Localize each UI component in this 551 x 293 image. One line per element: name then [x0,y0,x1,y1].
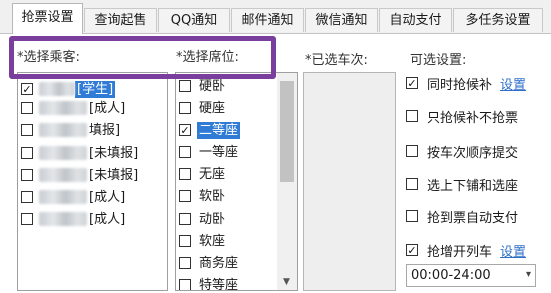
seat-checkbox[interactable] [179,213,191,225]
passenger-item[interactable]: [未填报] [21,144,140,162]
passenger-checkbox[interactable] [21,213,33,225]
tab-grab-settings[interactable]: 抢票设置 [12,3,83,34]
seat-item[interactable]: 特等座 [179,276,240,291]
option-extra-trains[interactable]: ✓ 抢增开列车 设置 [406,240,526,260]
seat-label: 无座 [199,166,226,182]
tab-auto-pay[interactable]: 自动支付 [379,8,452,32]
option-auto-pay-on-success[interactable]: 抢到票自动支付 [406,206,518,226]
seat-checkbox[interactable] [179,168,191,180]
seat-item[interactable]: 软座 [179,232,227,250]
tab-qq-notify[interactable]: QQ通知 [158,8,230,32]
option-label: 抢到票自动支付 [427,210,519,226]
passenger-name-blurred [39,190,87,204]
passenger-name-blurred [39,168,87,182]
selected-trains-list[interactable] [303,72,396,291]
passenger-name-blurred [39,101,87,115]
scroll-thumb[interactable] [280,81,294,182]
seat-label: 动卧 [199,211,226,227]
passenger-checkbox[interactable] [21,124,33,136]
tab-multi-task[interactable]: 多任务设置 [453,8,543,32]
option-waitlist-too[interactable]: ✓ 同时抢候补 设置 [406,73,526,93]
option-label: 选上下铺和选座 [427,178,519,194]
seat-checkbox[interactable] [179,146,191,158]
time-range-select[interactable]: 00:00-24:00 ▾ [406,264,536,287]
selected-trains-header: *已选车次: [305,53,368,68]
option-waitlist-only[interactable]: 只抢候补不抢票 [406,106,518,126]
passenger-checkbox[interactable] [21,102,33,114]
option-label: 按车次顺序提交 [427,145,519,161]
option-checkbox[interactable]: ✓ [406,244,418,256]
seat-item[interactable]: 硬卧 [179,77,227,95]
chevron-down-icon[interactable]: ▾ [526,269,531,280]
option-label: 抢增开列车 [427,244,493,260]
tab-wechat-notify[interactable]: 微信通知 [305,8,378,32]
seat-item[interactable]: 动卧 [179,210,227,228]
seat-label: 二等座 [197,121,241,139]
seat-label: 特等座 [199,277,239,291]
option-checkbox[interactable]: ✓ [406,77,418,89]
seat-label: 硬座 [199,100,226,116]
seat-item[interactable]: 无座 [179,165,227,183]
passenger-item[interactable]: 填报] [21,121,122,139]
passenger-list[interactable]: ✓ [学生] [成人] 填报] [未填报] [未填报] [成人] [成人] [17,72,168,291]
passenger-item[interactable]: ✓ [学生] [21,80,116,98]
option-checkbox[interactable] [406,145,418,157]
seat-list[interactable]: 硬卧 硬座 ✓ 二等座 一等座 无座 软卧 动卧 软座 商务座 特等座 ▼ [175,72,298,291]
tab-mail-notify[interactable]: 邮件通知 [231,8,304,32]
option-checkbox[interactable] [406,210,418,222]
passenger-item[interactable]: [成人] [21,188,127,206]
seat-checkbox[interactable] [179,80,191,92]
scroll-down-arrow-icon[interactable]: ▼ [278,276,295,288]
waitlist-settings-link[interactable]: 设置 [500,74,526,93]
seat-label: 软卧 [199,188,226,204]
seat-item[interactable]: ✓ 二等座 [179,121,241,139]
tab-bar: 抢票设置 查询起售 QQ通知 邮件通知 微信通知 自动支付 多任务设置 [0,0,551,34]
passenger-item[interactable]: [成人] [21,99,127,117]
seat-label: 硬卧 [199,78,226,94]
passenger-tag: [未填报] [89,145,139,161]
passenger-tag: [学生] [75,80,116,98]
seat-checkbox[interactable] [179,279,191,290]
option-checkbox[interactable] [406,110,418,122]
option-submit-in-train-order[interactable]: 按车次顺序提交 [406,141,518,161]
seat-label: 商务座 [199,255,239,271]
passenger-name-blurred [39,212,87,226]
passenger-checkbox[interactable] [21,169,33,181]
passenger-checkbox[interactable]: ✓ [21,83,33,95]
passenger-checkbox[interactable] [21,191,33,203]
passenger-name-blurred [39,123,87,137]
passenger-checkbox[interactable] [21,147,33,159]
seat-item[interactable]: 硬座 [179,99,227,117]
seat-checkbox[interactable] [179,257,191,269]
time-range-value: 00:00-24:00 [411,268,491,283]
extra-trains-settings-link[interactable]: 设置 [500,241,526,260]
passenger-tag: [成人] [89,100,126,116]
seat-checkbox[interactable]: ✓ [179,124,191,136]
option-choose-berth-seat[interactable]: 选上下铺和选座 [406,174,518,194]
seat-checkbox[interactable] [179,102,191,114]
passenger-tag: [成人] [89,211,126,227]
seat-item[interactable]: 商务座 [179,254,240,272]
passenger-name-blurred [39,82,75,96]
seat-checkbox[interactable] [179,190,191,202]
seat-list-scrollbar[interactable]: ▼ [277,73,297,290]
seat-label: 软座 [199,233,226,249]
seat-item[interactable]: 软卧 [179,187,227,205]
passenger-tag: [未填报] [89,167,139,183]
option-label: 只抢候补不抢票 [427,110,519,126]
passenger-item[interactable]: [成人] [21,210,127,228]
passenger-tag: 填报] [89,122,121,138]
option-checkbox[interactable] [406,178,418,190]
seat-checkbox[interactable] [179,235,191,247]
highlight-annotation-box [9,36,276,79]
seat-label: 一等座 [199,144,239,160]
passenger-name-blurred [39,146,87,160]
passenger-tag: [成人] [89,189,126,205]
options-header: 可选设置: [410,53,467,68]
passenger-item[interactable]: [未填报] [21,166,140,184]
option-label: 同时抢候补 [427,77,493,93]
tab-query-sale[interactable]: 查询起售 [84,8,157,32]
seat-item[interactable]: 一等座 [179,143,240,161]
